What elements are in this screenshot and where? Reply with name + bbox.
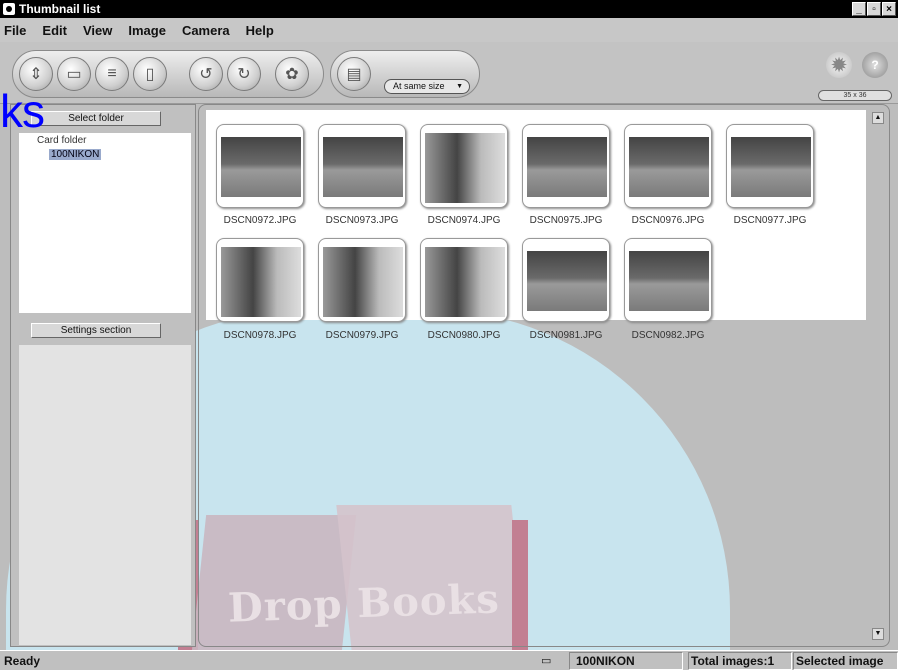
settings-box (19, 345, 191, 645)
menu-help[interactable]: Help (246, 23, 274, 38)
minimize-button[interactable]: _ (852, 2, 866, 16)
thumbnail-label: DSCN0979.JPG (325, 330, 399, 341)
menu-camera[interactable]: Camera (182, 23, 230, 38)
status-bar: Ready ▭ 100NIKON Total images:1 Selected… (0, 650, 898, 670)
rotate-left-icon[interactable]: ↺ (189, 57, 223, 91)
title-bar: Thumbnail list _ ▫ × (0, 0, 898, 18)
window-controls: _ ▫ × (852, 2, 896, 16)
delete-icon[interactable]: ▯ (133, 57, 167, 91)
toolbar-group-main: ⇕ ▭ ≡ ▯ ↺ ↻ ✿ (12, 50, 324, 98)
thumbnail[interactable] (522, 238, 610, 322)
thumbnail-image (323, 137, 403, 197)
thumbnail-label: DSCN0976.JPG (631, 215, 705, 226)
menu-image[interactable]: Image (128, 23, 166, 38)
thumbnail-label: DSCN0975.JPG (529, 215, 603, 226)
thumbnail[interactable] (318, 124, 406, 208)
thumbnail-label: DSCN0982.JPG (631, 330, 705, 341)
card-icon: ▭ (541, 655, 552, 667)
sun-icon[interactable]: ✹ (826, 52, 852, 78)
rotate-right-icon[interactable]: ↻ (227, 57, 261, 91)
thumbnail[interactable] (420, 238, 508, 322)
folder-tree: Card folder 100NIKON (19, 133, 191, 313)
thumbnail-label: DSCN0977.JPG (733, 215, 807, 226)
unknown-icon[interactable]: ✿ (275, 57, 309, 91)
thumbnail-label: DSCN0973.JPG (325, 215, 399, 226)
thumbnail-image (731, 137, 811, 197)
menu-bar: File Edit View Image Camera Help (0, 18, 898, 42)
thumbnail-label: DSCN0974.JPG (427, 215, 501, 226)
size-select-value: At same size (393, 81, 445, 91)
tree-item-100nikon[interactable]: 100NIKON (49, 149, 102, 160)
thumbnail-label: DSCN0980.JPG (427, 330, 501, 341)
window-title: Thumbnail list (19, 2, 101, 16)
thumbnail-label: DSCN0981.JPG (529, 330, 603, 341)
app-icon (3, 3, 15, 15)
print-icon[interactable]: ≡ (95, 57, 129, 91)
thumbnail-image (527, 137, 607, 197)
thumbnail-label: DSCN0972.JPG (223, 215, 297, 226)
select-folder-header[interactable]: Select folder (31, 111, 161, 126)
thumbnail-image (221, 247, 301, 317)
thumbnail[interactable] (216, 238, 304, 322)
close-button[interactable]: × (882, 2, 896, 16)
thumbnail-image (527, 251, 607, 311)
maximize-button[interactable]: ▫ (867, 2, 881, 16)
status-folder: 100NIKON (569, 652, 683, 670)
zoom-select[interactable]: 35 x 36 (818, 90, 892, 101)
help-icon[interactable]: ? (862, 52, 888, 78)
thumbnail-image (629, 251, 709, 311)
thumbnail-image (425, 133, 505, 203)
menu-view[interactable]: View (83, 23, 112, 38)
thumbnail[interactable] (726, 124, 814, 208)
thumbnail[interactable] (624, 124, 712, 208)
thumbnail[interactable] (420, 124, 508, 208)
left-panel: Select folder Card folder 100NIKON Setti… (10, 104, 196, 647)
chevron-down-icon: ▼ (456, 83, 463, 90)
thumbnail[interactable] (624, 238, 712, 322)
scroll-down-button[interactable]: ▼ (872, 628, 884, 640)
menu-file[interactable]: File (4, 23, 26, 38)
file-icon[interactable]: ▤ (337, 57, 371, 91)
size-select[interactable]: At same size ▼ (384, 79, 470, 94)
status-ready: Ready (4, 654, 41, 668)
toolbar: ⇕ ▭ ≡ ▯ ↺ ↻ ✿ ▤ (0, 42, 898, 104)
status-total-images: Total images:1 (688, 652, 792, 670)
save-icon[interactable]: ▭ (57, 57, 91, 91)
menu-edit[interactable]: Edit (42, 23, 67, 38)
thumbnail-image (323, 247, 403, 317)
settings-section-header[interactable]: Settings section (31, 323, 161, 338)
tree-root[interactable]: Card folder (37, 135, 86, 146)
thumbnail[interactable] (216, 124, 304, 208)
status-selected-image: Selected image (793, 652, 898, 670)
thumbnail-image (425, 247, 505, 317)
thumbnail[interactable] (522, 124, 610, 208)
thumbnail-image (629, 137, 709, 197)
thumbnail[interactable] (318, 238, 406, 322)
thumbnail-label: DSCN0978.JPG (223, 330, 297, 341)
thumbnail-image (221, 137, 301, 197)
overlay-text: ks (0, 85, 45, 137)
scroll-up-button[interactable]: ▲ (872, 112, 884, 124)
